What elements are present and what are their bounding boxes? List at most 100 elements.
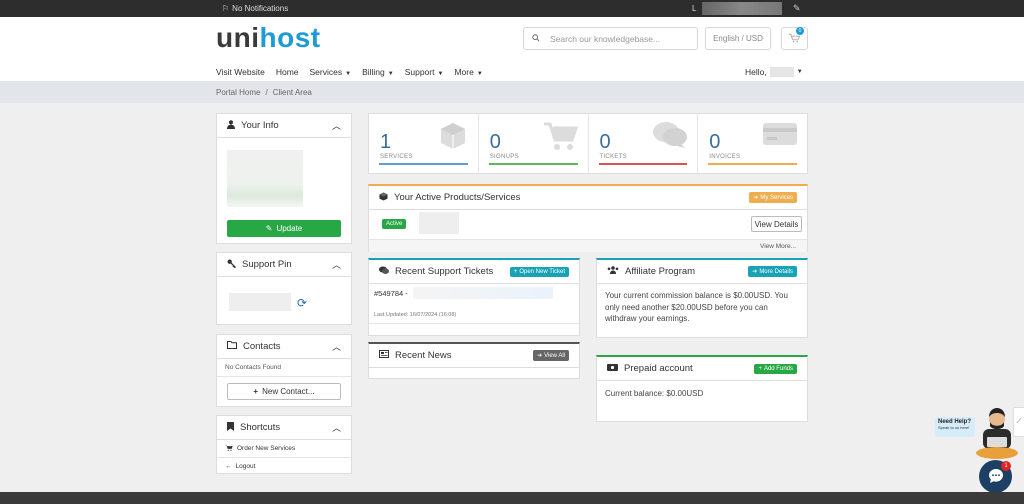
breadcrumb-home[interactable]: Portal Home — [216, 88, 260, 97]
refresh-icon[interactable]: ⟳ — [297, 296, 307, 310]
caret-down-icon: ▼ — [796, 69, 803, 75]
view-all-news-button[interactable]: ➔ View All — [533, 350, 569, 361]
stat-tickets[interactable]: 0 TICKETS — [589, 114, 699, 173]
nav-services[interactable]: Services ▼ — [310, 67, 352, 77]
cart-icon — [225, 444, 233, 453]
language-currency-selector[interactable]: English / USD — [705, 27, 771, 50]
users-icon — [607, 266, 619, 277]
your-info-header[interactable]: Your Info ︿ — [217, 114, 351, 138]
chat-widget: Need Help? Speak to us here! 1 ⟋ — [933, 405, 1024, 495]
support-pin-panel: Support Pin ︿ ⟳ — [216, 252, 352, 325]
shortcut-logout[interactable]: ← Logout — [217, 458, 351, 475]
affiliate-header: Affiliate Program ➔ More Details — [597, 260, 807, 284]
stat-underline — [598, 163, 688, 165]
chat-side-tab[interactable]: ⟋ — [1013, 407, 1024, 437]
search-placeholder: Search our knowledgebase... — [550, 33, 661, 44]
active-products-header: Your Active Products/Services ➔ My Servic… — [369, 186, 807, 210]
cube-icon — [379, 191, 388, 204]
active-products-panel: Your Active Products/Services ➔ My Servic… — [368, 184, 808, 252]
arrow-left-icon: ← — [225, 463, 232, 470]
signal-icon: ⟋ — [1016, 418, 1022, 425]
view-more-link[interactable]: View More... — [369, 239, 807, 252]
prepaid-header: Prepaid account + Add Funds — [597, 357, 807, 381]
footer-bar — [0, 492, 1024, 504]
plus-icon: + — [513, 268, 518, 275]
add-funds-button[interactable]: + Add Funds — [754, 363, 797, 374]
nav-more[interactable]: More ▼ — [454, 67, 482, 77]
caret-down-icon: ▼ — [437, 71, 444, 77]
plus-icon: + — [253, 387, 259, 396]
shortcuts-panel: Shortcuts ︿ Order New Services ← Logout — [216, 415, 352, 474]
pin-icon[interactable]: ✎ — [793, 3, 801, 14]
plus-icon: + — [758, 365, 762, 372]
stat-services[interactable]: 1 SERVICES — [369, 114, 479, 173]
contacts-header[interactable]: Contacts ︿ — [217, 335, 351, 359]
affiliate-panel: Affiliate Program ➔ More Details Your cur… — [596, 258, 808, 338]
caret-down-icon: ▼ — [387, 71, 394, 77]
support-pin-redacted — [229, 293, 291, 311]
ticket-item[interactable]: #549784 - Last Updated: 16/07/2024 (16:0… — [369, 284, 579, 324]
support-tickets-header: Recent Support Tickets + Open New Ticket — [369, 260, 579, 284]
recent-news-header: Recent News ➔ View All — [369, 344, 579, 368]
folder-icon — [227, 341, 237, 352]
username-redacted — [769, 67, 794, 77]
chevron-up-icon[interactable]: ︿ — [332, 258, 341, 271]
no-contacts-text: No Contacts Found — [217, 359, 351, 377]
chat-launcher-button[interactable]: 1 — [979, 460, 1012, 493]
cart-button[interactable]: 0 — [781, 27, 808, 50]
chevron-up-icon[interactable]: ︿ — [332, 421, 341, 434]
ticket-subject-redacted — [413, 287, 553, 299]
user-details-redacted — [227, 150, 303, 207]
logo[interactable]: unihost — [216, 22, 321, 54]
nav-billing[interactable]: Billing ▼ — [362, 67, 394, 77]
nav-home[interactable]: Home — [276, 67, 299, 77]
stat-underline — [379, 163, 468, 165]
support-tickets-panel: Recent Support Tickets + Open New Ticket … — [368, 258, 580, 336]
recent-news-panel: Recent News ➔ View All — [368, 342, 580, 379]
view-details-button[interactable]: View Details — [751, 216, 802, 232]
arrow-right-icon: ➔ — [753, 195, 759, 201]
my-services-button[interactable]: ➔ My Services — [749, 192, 797, 203]
new-contact-button[interactable]: + New Contact... — [227, 383, 341, 400]
bookmark-icon — [227, 421, 234, 434]
open-new-ticket-button[interactable]: + Open New Ticket — [509, 266, 569, 277]
ticket-id: #549784 - — [374, 289, 408, 298]
nav-support[interactable]: Support ▼ — [405, 67, 444, 77]
account-name-redacted[interactable] — [702, 2, 782, 15]
credit-card-icon — [763, 121, 797, 154]
shortcut-order-new-services[interactable]: Order New Services — [217, 440, 351, 458]
arrow-right-icon: ➔ — [537, 353, 543, 359]
shortcuts-header[interactable]: Shortcuts ︿ — [217, 416, 351, 440]
money-icon — [607, 363, 618, 374]
search-input[interactable]: Search our knowledgebase... — [523, 27, 698, 50]
caret-down-icon: ▼ — [476, 71, 483, 77]
chevron-up-icon[interactable]: ︿ — [332, 340, 341, 353]
breadcrumb-bar: Portal Home / Client Area — [0, 81, 1024, 103]
header: unihost Search our knowledgebase... Engl… — [0, 17, 1024, 81]
ticket-last-updated: Last Updated: 16/07/2024 (16:08) — [374, 312, 457, 318]
notifications-link[interactable]: ⚐ No Notifications — [222, 4, 288, 13]
need-help-bubble[interactable]: Need Help? Speak to us here! — [935, 417, 975, 437]
newspaper-icon — [379, 350, 389, 361]
comments-icon — [653, 121, 688, 156]
affiliate-text: Your current commission balance is $0.00… — [605, 291, 788, 323]
breadcrumb-current: Client Area — [272, 88, 312, 97]
comments-icon — [379, 266, 389, 278]
support-pin-header[interactable]: Support Pin ︿ — [217, 253, 351, 277]
stat-underline — [488, 163, 578, 165]
nav-visit-website[interactable]: Visit Website — [216, 67, 265, 77]
your-info-panel: Your Info ︿ ✎ Update — [216, 113, 352, 244]
user-menu[interactable]: Hello, ▼ — [745, 67, 803, 77]
account-initial[interactable]: L — [692, 4, 696, 13]
main-nav: Visit Website Home Services ▼ Billing ▼ Su… — [216, 67, 494, 77]
stat-signups[interactable]: 0 SIGNUPS — [479, 114, 589, 173]
more-details-button[interactable]: ➔ More Details — [748, 266, 797, 277]
chevron-up-icon[interactable]: ︿ — [332, 119, 341, 132]
update-button[interactable]: ✎ Update — [227, 220, 341, 237]
prepaid-balance: Current balance: $0.00USD — [605, 389, 704, 398]
status-badge: Active — [382, 219, 407, 229]
flag-icon: ⚐ — [222, 4, 230, 13]
key-icon — [227, 259, 236, 271]
product-name-redacted[interactable] — [419, 212, 459, 234]
stat-invoices[interactable]: 0 INVOICES — [698, 114, 807, 173]
